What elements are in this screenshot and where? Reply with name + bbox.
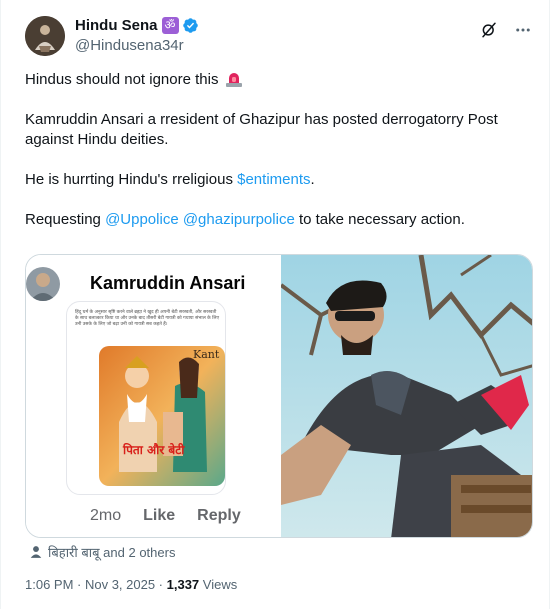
views-count: 1,337 <box>166 577 200 592</box>
tweet-line-1: Hindus should not ignore this <box>25 70 535 90</box>
media-image-photo[interactable] <box>281 255 532 537</box>
fb-time: 2mo <box>90 507 122 524</box>
cashtag-link[interactable]: $entiments <box>237 171 310 188</box>
fb-image-label: Kant <box>193 348 220 361</box>
tweet-line-3: He is hurrting Hindu's rreligious $entim… <box>25 170 535 190</box>
mention-ghazipurpolice[interactable]: @ghazipurpolice <box>183 211 295 228</box>
person-icon <box>30 546 42 558</box>
author-display-name[interactable]: Hindu Sena <box>75 17 158 34</box>
views-label: Views <box>199 577 238 592</box>
fb-like-label: Like <box>143 507 176 524</box>
tweet-line-3-end: . <box>310 171 315 188</box>
fb-author-name: Kamruddin Ansari <box>90 273 246 293</box>
tweet-container: Hindu Sena ॐ @Hindusena34r Hindus should… <box>0 0 550 609</box>
mention-uppolice[interactable]: @Uppolice <box>105 211 179 228</box>
fb-post-card: हिंदू धर्म के अनुसार सृष्टि करने वाले ब्… <box>66 301 226 495</box>
author-avatar[interactable] <box>25 16 65 56</box>
grok-icon[interactable] <box>479 20 499 40</box>
fb-image-caption: पिता और बेटी <box>122 443 185 457</box>
fb-actions: 2mo Like Reply <box>90 507 241 525</box>
tweet-text: Hindus should not ignore this Kamruddin … <box>25 70 535 250</box>
tweet-line-4-end: to take necessary action. <box>294 211 465 228</box>
tweet-line-1-text: Hindus should not ignore this <box>25 71 219 88</box>
author-name-row: Hindu Sena ॐ <box>75 16 199 35</box>
author-handle[interactable]: @Hindusena34r <box>75 37 199 54</box>
tweet-line-4: Requesting @Uppolice @ghazipurpolice to … <box>25 210 535 230</box>
tweet-meta: 1:06 PM · Nov 3, 2025 · 1,337 Views <box>25 577 237 592</box>
liked-by-text: बिहारी बाबू and 2 others <box>48 545 176 560</box>
header-actions <box>479 20 533 40</box>
author-names: Hindu Sena ॐ @Hindusena34r <box>75 16 199 54</box>
verified-badge-icon <box>182 18 198 33</box>
tweet-timestamp[interactable]: 1:06 PM · Nov 3, 2025 · <box>25 577 167 592</box>
fb-post-image: Kant पिता और बेटी <box>99 346 225 486</box>
tweet-header: Hindu Sena ॐ @Hindusena34r <box>25 16 533 60</box>
liked-by[interactable]: बिहारी बाबू and 2 others <box>29 543 175 561</box>
siren-emoji-icon <box>225 73 242 87</box>
tweet-media[interactable]: Kamruddin Ansari हिंदू धर्म के अनुसार सृ… <box>25 254 533 538</box>
tweet-line-2: Kamruddin Ansari a rresident of Ghazipur… <box>25 111 498 148</box>
media-image-screenshot[interactable]: Kamruddin Ansari हिंदू धर्म के अनुसार सृ… <box>26 255 281 537</box>
tweet-line-3-text: He is hurrting Hindu's rreligious <box>25 171 238 188</box>
fb-avatar <box>26 267 60 301</box>
more-options-icon[interactable] <box>513 20 533 40</box>
om-badge: ॐ <box>161 17 179 34</box>
tweet-line-4-text: Requesting <box>25 211 106 228</box>
fb-reply-label: Reply <box>197 507 241 524</box>
